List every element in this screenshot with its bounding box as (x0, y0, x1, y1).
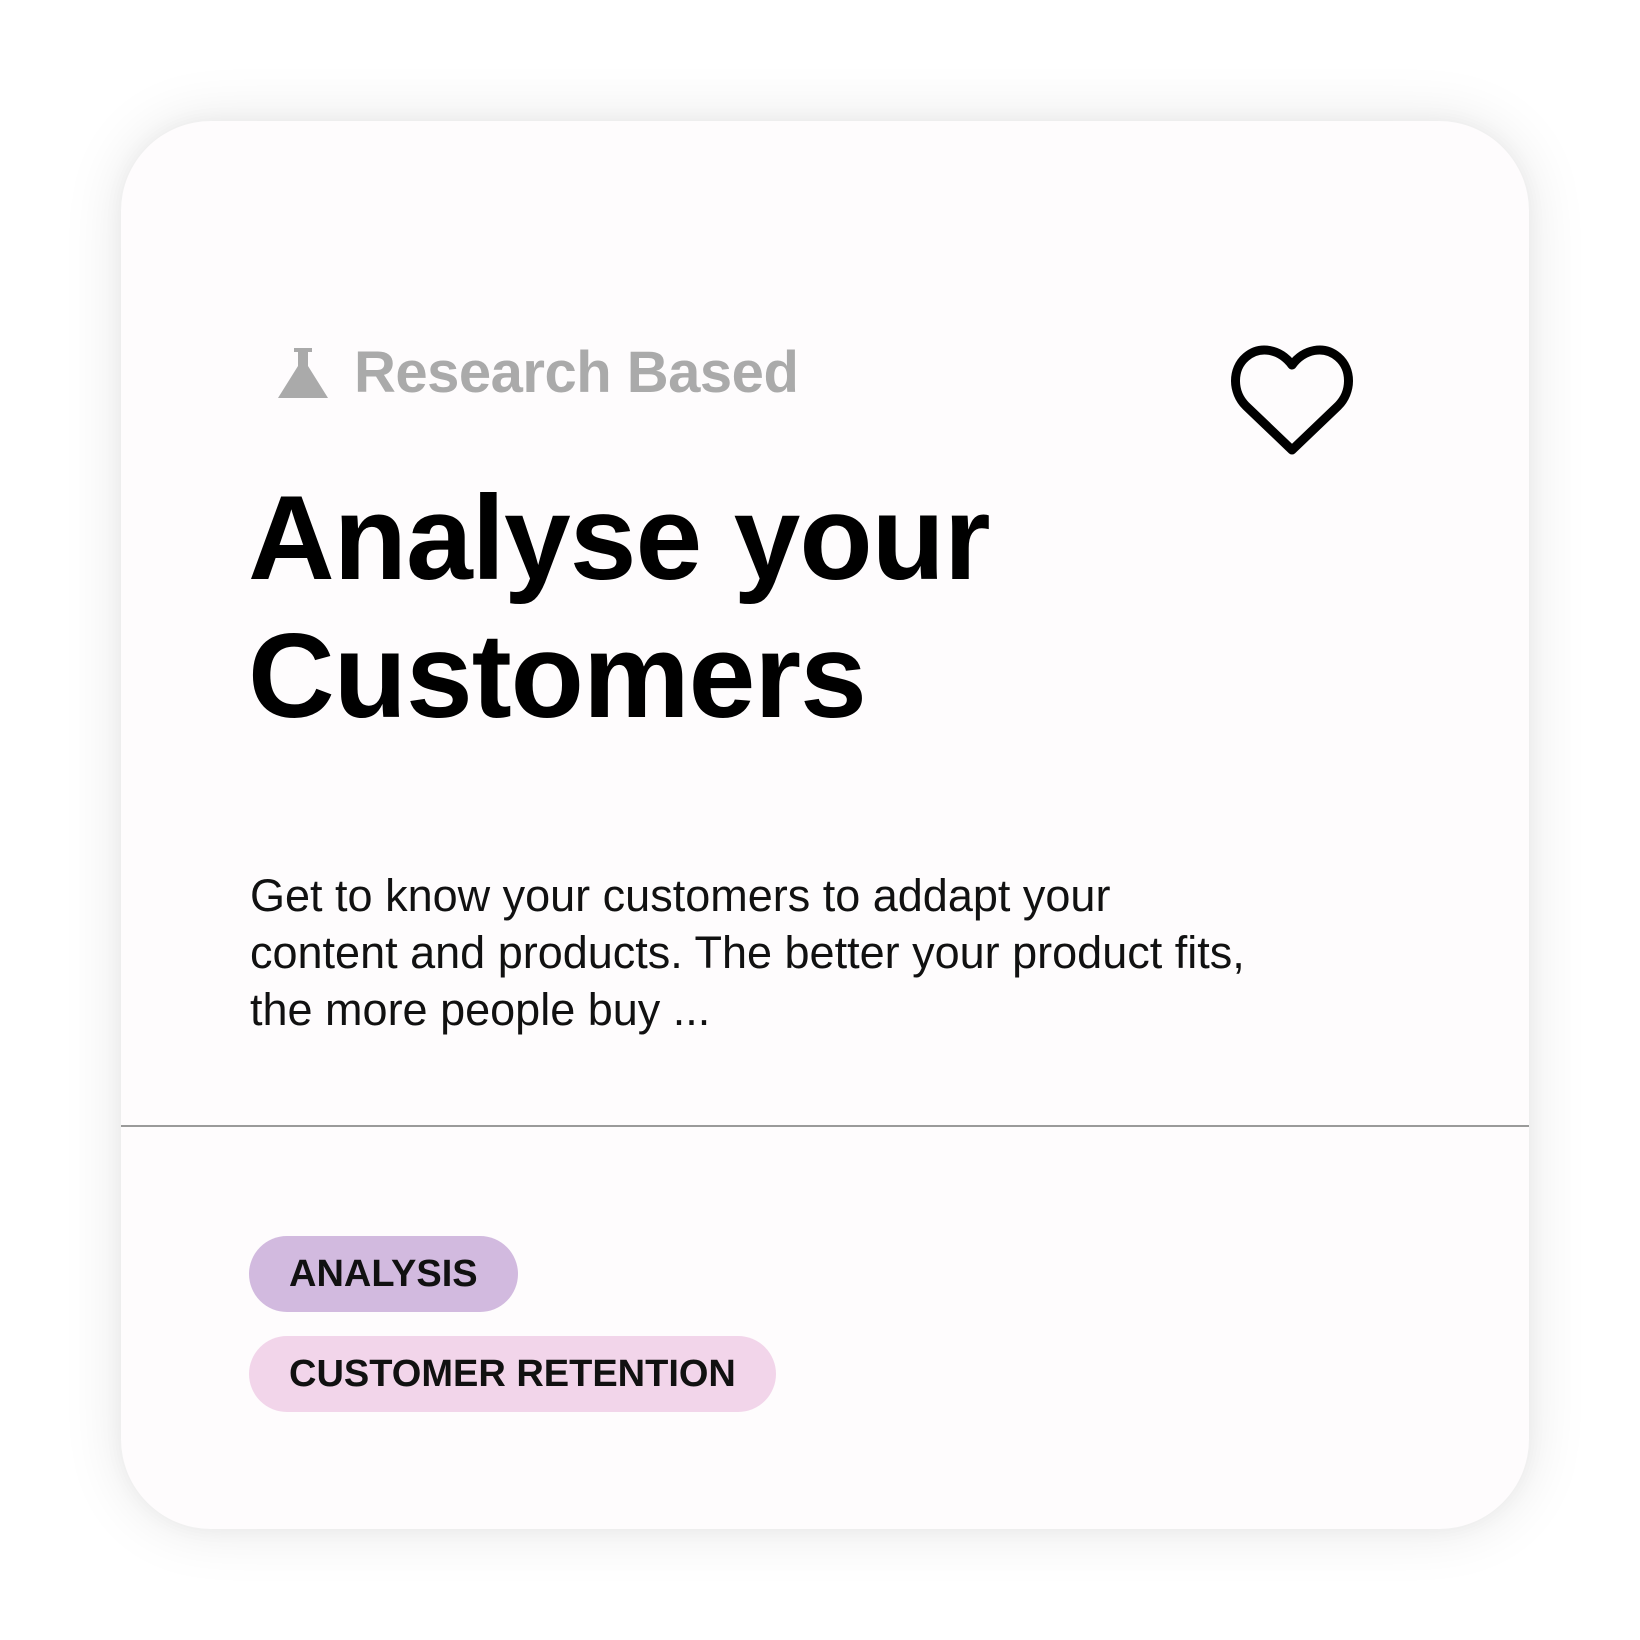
badge-label: Research Based (354, 340, 799, 405)
research-badge: Research Based (276, 340, 799, 405)
favorite-button[interactable] (1228, 339, 1356, 457)
tag-customer-retention[interactable]: CUSTOMER RETENTION (249, 1336, 776, 1412)
tag-list: ANALYSIS CUSTOMER RETENTION (249, 1236, 776, 1436)
card-title: Analyse your Customers (248, 471, 991, 743)
heart-outline-icon (1231, 345, 1353, 455)
card-description: Get to know your customers to addapt you… (250, 870, 1245, 1035)
flask-icon (278, 348, 328, 398)
divider (121, 1125, 1529, 1127)
card-header-section: Research Based Analyse your Customers Ge… (121, 121, 1529, 1125)
content-card[interactable]: Research Based Analyse your Customers Ge… (121, 121, 1529, 1529)
tag-analysis[interactable]: ANALYSIS (249, 1236, 518, 1312)
